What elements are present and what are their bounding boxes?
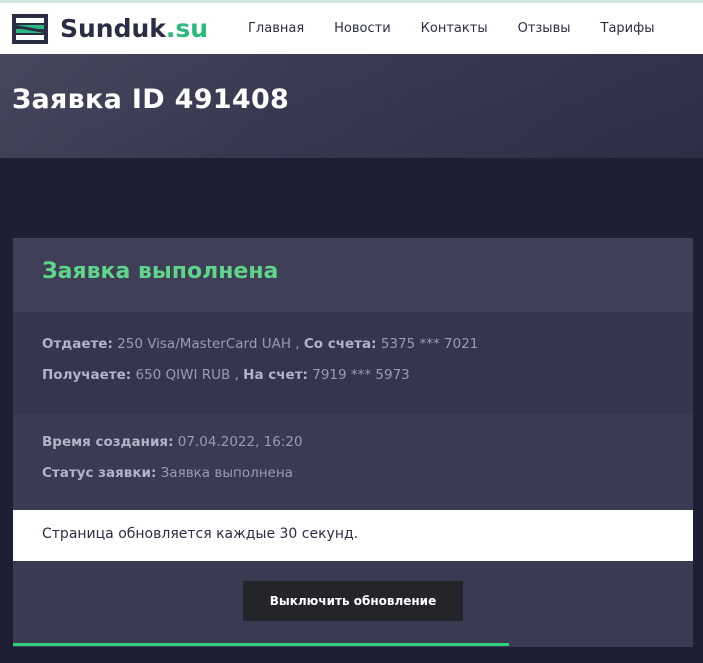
nav-item-news[interactable]: Новости — [334, 21, 391, 36]
refresh-progress-bar — [13, 643, 693, 646]
exchange-details: Отдаете: 250 Visa/MasterCard UAH , Со сч… — [13, 312, 693, 414]
status-line: Статус заявки: Заявка выполнена — [42, 465, 293, 481]
refresh-notice: Страница обновляется каждые 30 секунд. — [13, 510, 693, 561]
give-line: Отдаете: 250 Visa/MasterCard UAH , Со сч… — [42, 336, 478, 352]
main-nav: Главная Новости Контакты Отзывы Тарифы — [248, 3, 685, 54]
nav-item-home[interactable]: Главная — [248, 21, 304, 36]
from-account-value: 5375 *** 7021 — [376, 336, 479, 352]
site-logo[interactable]: Sunduk.su — [12, 13, 208, 45]
to-account-label: На счет: — [243, 367, 308, 383]
give-label: Отдаете: — [42, 336, 113, 352]
order-panel: Заявка выполнена Отдаете: 250 Visa/Maste… — [13, 238, 693, 647]
hero-banner: Заявка ID 491408 — [0, 54, 703, 158]
page-title: Заявка ID 491408 — [12, 84, 290, 115]
nav-item-tariffs[interactable]: Тарифы — [601, 21, 655, 36]
nav-item-reviews[interactable]: Отзывы — [518, 21, 571, 36]
nav-item-contacts[interactable]: Контакты — [421, 21, 488, 36]
logo-icon — [12, 14, 48, 44]
receive-line: Получаете: 650 QIWI RUB , На счет: 7919 … — [42, 367, 410, 383]
disable-refresh-button[interactable]: Выключить обновление — [243, 581, 463, 621]
receive-value: 650 QIWI RUB , — [131, 367, 244, 383]
from-account-label: Со счета: — [303, 336, 377, 352]
refresh-progress-fill — [13, 643, 510, 646]
order-status-title: Заявка выполнена — [42, 259, 279, 284]
site-header: Sunduk.su Главная Новости Контакты Отзыв… — [0, 3, 703, 54]
created-line: Время создания: 07.04.2022, 16:20 — [42, 434, 303, 450]
order-meta: Время создания: 07.04.2022, 16:20 Статус… — [13, 414, 693, 510]
order-status-header: Заявка выполнена — [13, 238, 693, 312]
status-label: Статус заявки: — [42, 465, 157, 481]
give-value: 250 Visa/MasterCard UAH , — [112, 336, 304, 352]
status-value: Заявка выполнена — [156, 465, 293, 481]
created-value: 07.04.2022, 16:20 — [173, 434, 303, 450]
to-account-value: 7919 *** 5973 — [307, 367, 410, 383]
refresh-notice-text: Страница обновляется каждые 30 секунд. — [42, 526, 359, 542]
created-label: Время создания: — [42, 434, 174, 450]
receive-label: Получаете: — [42, 367, 132, 383]
brand-name: Sunduk.su — [60, 14, 209, 43]
